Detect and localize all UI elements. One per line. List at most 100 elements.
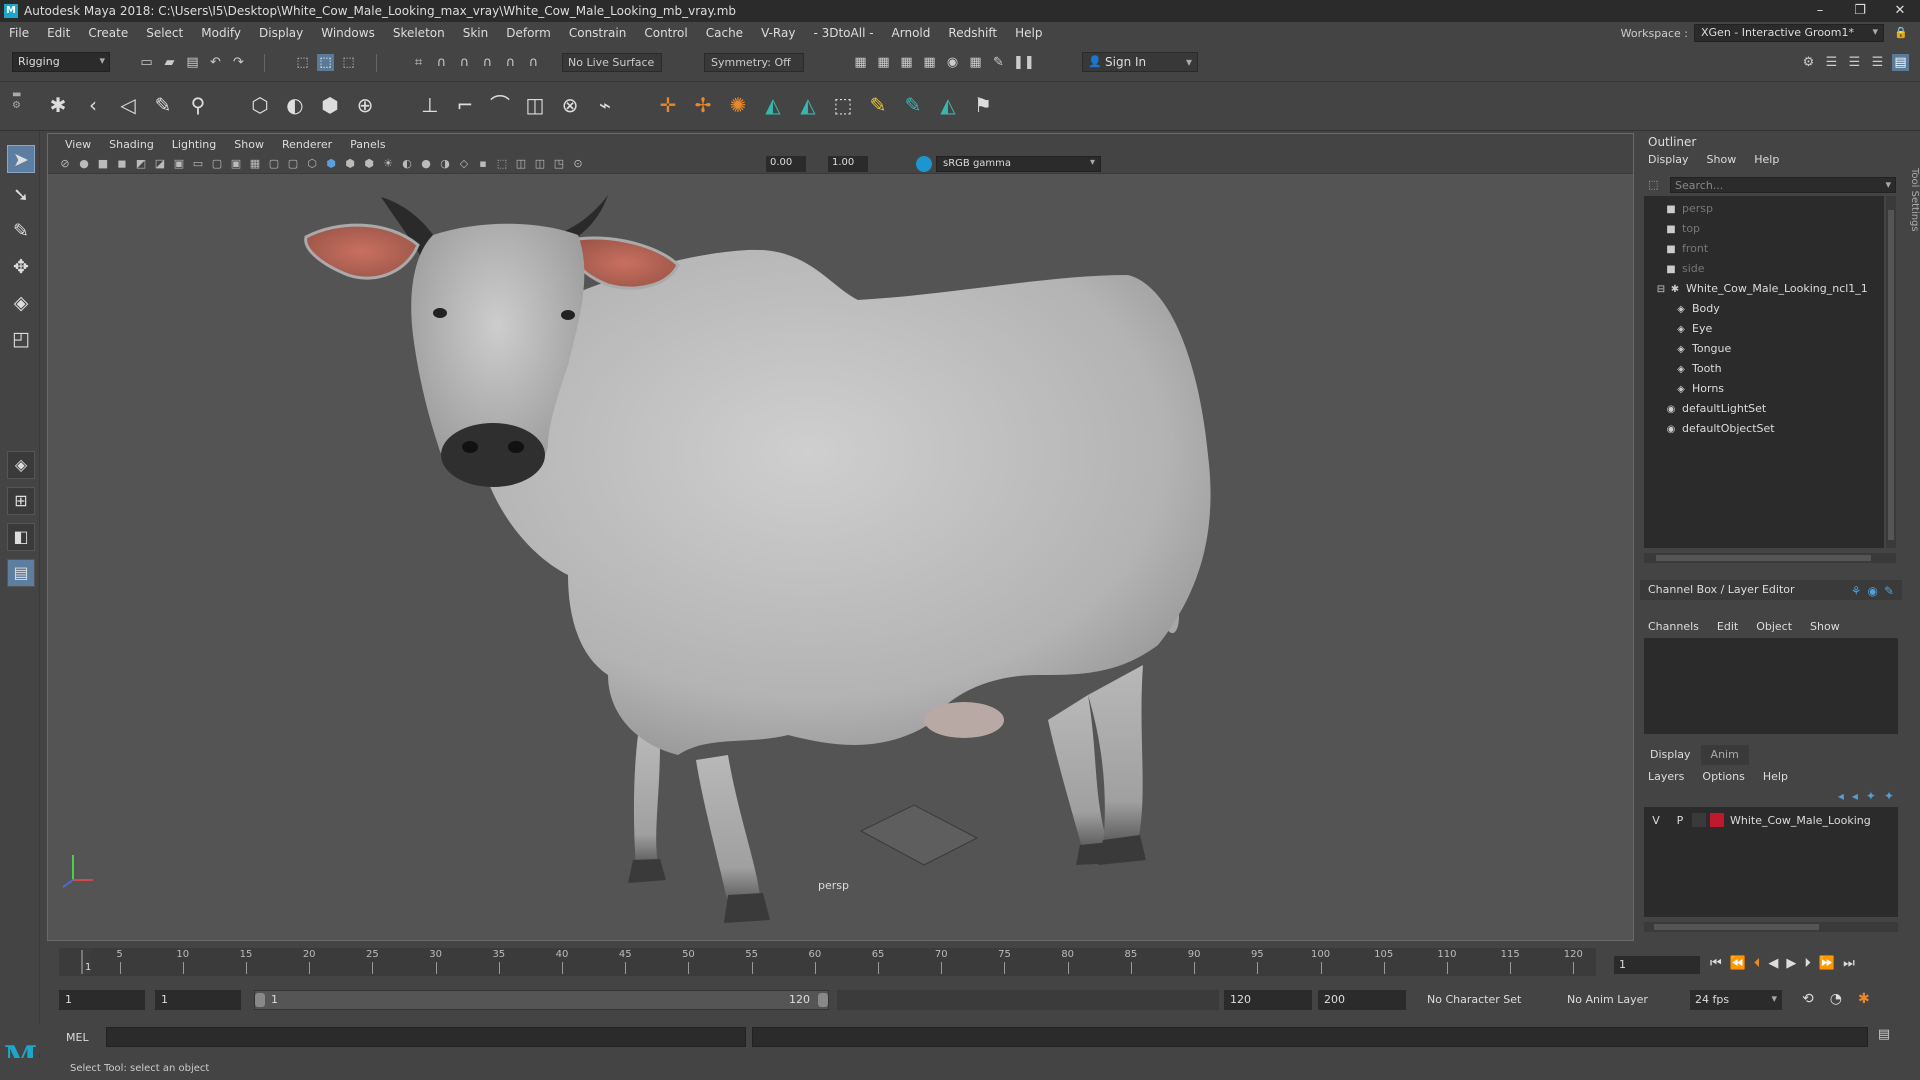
channel-box-menu-show[interactable]: Show [1810,620,1840,633]
hypershade-icon[interactable]: ◉ [944,54,961,71]
menu-skeleton[interactable]: Skeleton [384,26,454,40]
bookmark-icon[interactable]: ■ [96,157,110,171]
layer-editor-menu-help[interactable]: Help [1763,770,1788,783]
grease-pencil-icon[interactable]: ◪ [153,157,167,171]
range-end-handle[interactable] [818,993,828,1007]
play-forwards-icon[interactable]: ▶ [1786,956,1796,971]
viewport-menu-shading[interactable]: Shading [100,138,163,151]
outliner-vertical-scrollbar[interactable] [1886,196,1896,548]
modeling-toolkit-icon[interactable]: ⚙ [1800,54,1817,71]
snap-view-icon[interactable]: ∩ [479,54,496,71]
snap-point-icon[interactable]: ∩ [456,54,473,71]
lock-icon[interactable]: 🔒 [1894,26,1908,40]
channel-box-layout-icon[interactable]: ⚘ [1851,584,1862,598]
snap-grid-icon[interactable]: ⌗ [410,54,427,71]
four-view-layout-icon[interactable]: ⊞ [7,487,35,515]
filter-icon[interactable]: ⬚ [1648,178,1658,191]
viewport-menu-view[interactable]: View [56,138,100,151]
exposure-field[interactable]: 0.00 [766,156,806,172]
menu-display[interactable]: Display [250,26,312,40]
locator-icon[interactable]: ✛ [656,93,680,117]
sculpt-icon[interactable]: ✎ [901,93,925,117]
layer-name[interactable]: White_Cow_Male_Looking [1730,814,1871,827]
cluster-icon[interactable]: ⊕ [353,93,377,117]
outliner-toggle-icon[interactable]: ▤ [1892,54,1909,71]
menu-skin[interactable]: Skin [454,26,498,40]
point-constraint-icon[interactable]: ⌐ [453,93,477,117]
shadows-icon[interactable]: ◐ [400,157,414,171]
render-frame-icon[interactable]: ▦ [875,54,892,71]
outliner-menu-show[interactable]: Show [1707,153,1737,166]
loop-icon[interactable]: ⟲ [1802,991,1814,1007]
new-scene-icon[interactable]: ▭ [138,54,155,71]
viewport-menu-panels[interactable]: Panels [341,138,394,151]
undo-icon[interactable]: ↶ [207,54,224,71]
move-tool-icon[interactable]: ✥ [7,253,35,281]
safe-action-icon[interactable]: ▢ [267,157,281,171]
2d-pan-icon[interactable]: ◩ [134,157,148,171]
current-time-marker[interactable]: 1 [81,950,91,974]
menu-select[interactable]: Select [137,26,192,40]
layer-editor-menu-layers[interactable]: Layers [1648,770,1684,783]
menu-help[interactable]: Help [1006,26,1051,40]
isolate-select-icon[interactable]: ⬚ [495,157,509,171]
render-settings-icon[interactable]: ▦ [921,54,938,71]
collapse-icon[interactable]: ⊟ [1654,281,1668,299]
menu-constrain[interactable]: Constrain [560,26,636,40]
current-frame-field[interactable]: 1 [1614,956,1700,974]
film-gate-icon[interactable]: ▭ [191,157,205,171]
layer-type-toggle[interactable] [1692,813,1706,827]
layer-visibility-toggle[interactable]: V [1644,814,1668,827]
character-set-dropdown[interactable]: No Character Set [1421,990,1527,1010]
outliner-layout-icon[interactable]: ▤ [7,559,35,587]
aim-constraint-icon[interactable]: ⊗ [558,93,582,117]
go-to-start-icon[interactable]: ⏮ [1710,956,1722,971]
anim-layer-dropdown[interactable]: No Anim Layer [1561,990,1654,1010]
gate-mask-icon[interactable]: ▣ [229,157,243,171]
time-slider[interactable]: 1 5 10 15 20 25 30 35 40 45 50 55 60 65 70 75 80 85 90 95 1… [47,944,1607,978]
ambient-occlusion-icon[interactable]: ● [419,157,433,171]
tool-settings-icon[interactable]: ☰ [1846,54,1863,71]
new-layer-icon[interactable]: ✦ [1866,789,1876,803]
open-render-view-icon[interactable]: ▦ [852,54,869,71]
channel-box-refresh-icon[interactable]: ◉ [1867,584,1877,598]
lasso-tool-icon[interactable]: ➘ [7,181,35,209]
playback-start-field[interactable]: 1 [155,990,241,1010]
range-slider-bar[interactable]: 1 120 [254,990,829,1010]
step-back-key-icon[interactable]: ⏪ [1730,956,1746,971]
outliner-item[interactable]: ◈ Body [1644,300,1884,318]
menu-3dtoall[interactable]: - 3DtoAll - [804,26,882,40]
hik-control-icon[interactable]: ◭ [796,93,820,117]
xray-icon[interactable]: ◫ [514,157,528,171]
menu-control[interactable]: Control [635,26,696,40]
backface-culling-icon[interactable]: ◳ [552,157,566,171]
pause-viewport-icon[interactable]: ❚❚ [1013,54,1035,71]
symmetry-dropdown[interactable]: Symmetry: Off [704,53,804,72]
viewport-menu-show[interactable]: Show [225,138,273,151]
new-layer-selected-icon[interactable]: ✦ [1884,789,1894,803]
viewport-canvas[interactable] [48,175,1633,940]
shelf-menu-icon[interactable]: ▬ ⚙ [12,89,30,125]
outliner-item[interactable]: ■ persp [1644,200,1884,218]
motion-blur-icon[interactable]: ◑ [438,157,452,171]
select-hierarchy-icon[interactable]: ⬚ [294,54,311,71]
menu-file[interactable]: File [0,26,38,40]
outliner-search-input[interactable]: Search... [1670,177,1896,193]
pole-vector-icon[interactable]: ⌁ [593,93,617,117]
menu-deform[interactable]: Deform [497,26,560,40]
workspace-dropdown[interactable]: XGen - Interactive Groom1* [1694,24,1884,42]
layer-editor-menu-options[interactable]: Options [1702,770,1744,783]
light-editor-icon[interactable]: ✎ [990,54,1007,71]
layer-row[interactable]: V P White_Cow_Male_Looking [1644,811,1898,829]
scale-tool-icon[interactable]: ◰ [7,325,35,353]
paint-select-tool-icon[interactable]: ✎ [7,217,35,245]
smooth-shade-icon[interactable]: ⬢ [324,157,338,171]
gamma-field[interactable]: 1.00 [828,156,868,172]
channel-box-menu-edit[interactable]: Edit [1717,620,1738,633]
outliner-menu-help[interactable]: Help [1754,153,1779,166]
channel-box-edit-icon[interactable]: ✎ [1884,584,1894,598]
menu-edit[interactable]: Edit [38,26,79,40]
move-layer-up-icon[interactable]: ◂ [1838,789,1844,803]
hik-icon[interactable]: ✺ [726,93,750,117]
joint-tool-icon[interactable]: ✱ [46,93,70,117]
